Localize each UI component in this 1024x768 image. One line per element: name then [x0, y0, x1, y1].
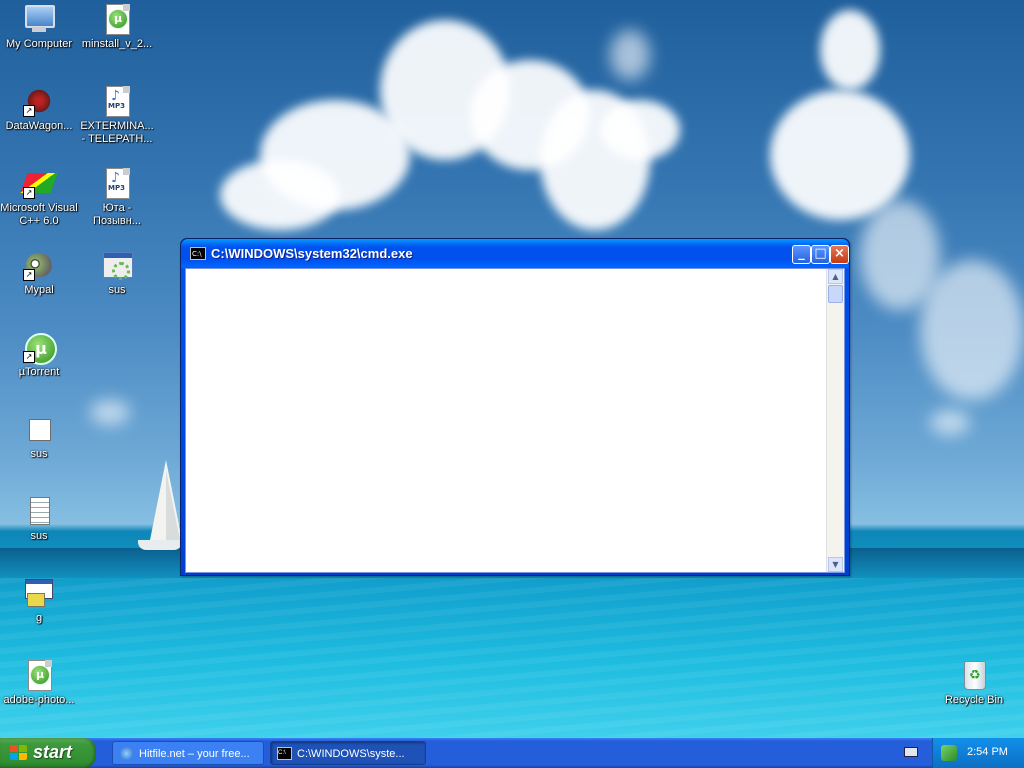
desktop-icon-g[interactable]: g	[0, 577, 78, 625]
blank-file-icon	[23, 413, 55, 445]
taskbar-button-label: Hitfile.net – your free...	[139, 748, 250, 760]
desktop-icon-my-computer[interactable]: My Computer	[0, 3, 78, 51]
desktop-icon-datawagon[interactable]: ↗ DataWagon...	[0, 85, 78, 133]
mypal-shortcut-icon: ↗	[23, 249, 55, 281]
desktop-icon-label: adobe-photo...	[3, 694, 75, 706]
desktop-icon-label: sus	[108, 284, 126, 296]
datawagon-shortcut-icon: ↗	[23, 85, 55, 117]
cmd-icon[interactable]: C:\	[190, 247, 206, 260]
desktop-icon-label: Юта - Позывн...	[93, 202, 141, 227]
desktop-icon-label: EXTERMINA... - TELEPATH...	[80, 120, 154, 145]
desktop-icon-label: µTorrent	[18, 366, 60, 378]
desktop-icon-label: minstall_v_2...	[81, 38, 153, 50]
utorrent-file-icon: µ	[101, 3, 133, 35]
desktop-icon-adobe-photo[interactable]: µ adobe-photo...	[0, 659, 78, 707]
desktop-icon-sus-file[interactable]: sus	[0, 413, 78, 461]
cmd-window[interactable]: C:\ C:\WINDOWS\system32\cmd.exe _ □ × ▲ …	[180, 238, 850, 576]
network-icon[interactable]	[941, 745, 957, 761]
setup-file-icon	[23, 577, 55, 609]
window-titlebar[interactable]: C:\ C:\WINDOWS\system32\cmd.exe _ □ ×	[181, 239, 849, 269]
close-button[interactable]: ×	[830, 245, 849, 264]
mp3-file-icon: ♪ MP3	[101, 167, 133, 199]
my-computer-icon	[23, 3, 55, 35]
desktop-icon-minstall[interactable]: µ minstall_v_2...	[78, 3, 156, 51]
desktop-icon-sus-text[interactable]: sus	[0, 495, 78, 543]
application-icon	[101, 249, 133, 281]
desktop-icon-visual-cpp[interactable]: ↗ Microsoft Visual C++ 6.0	[0, 167, 78, 228]
cmd-icon: C:\	[277, 747, 292, 760]
keyboard-layout-icon[interactable]	[904, 747, 918, 757]
desktop-icon-label: Mypal	[24, 284, 54, 296]
desktop-icon-label: g	[35, 612, 43, 624]
desktop-icon-label: DataWagon...	[5, 120, 73, 132]
desktop-icon-label: My Computer	[5, 38, 73, 50]
desktop-icon-label: Microsoft Visual C++ 6.0	[0, 202, 78, 227]
desktop-icon-recycle-bin[interactable]: ♻ Recycle Bin	[935, 659, 1013, 707]
desktop-icon-mypal[interactable]: ↗ Mypal	[0, 249, 78, 297]
mp3-file-icon: ♪ MP3	[101, 85, 133, 117]
desktop-icon-label: Recycle Bin	[944, 694, 1004, 706]
console-area[interactable]: ▲ ▼	[185, 268, 845, 573]
taskbar-button-hitfile[interactable]: Hitfile.net – your free...	[112, 741, 264, 765]
scroll-down-button[interactable]: ▼	[828, 557, 843, 572]
utorrent-shortcut-icon: µ ↗	[23, 331, 57, 365]
start-button[interactable]: start	[0, 738, 96, 768]
taskbar: start Hitfile.net – your free... C:\ C:\…	[0, 738, 1024, 768]
clock[interactable]: 2:54 PM	[967, 746, 1008, 758]
internet-explorer-icon	[119, 747, 134, 760]
maximize-button[interactable]: □	[811, 245, 830, 264]
system-tray: 2:54 PM	[932, 738, 1024, 768]
vertical-scrollbar[interactable]: ▲ ▼	[826, 269, 844, 572]
taskbar-button-label: C:\WINDOWS\syste...	[297, 748, 405, 760]
start-label: start	[33, 742, 73, 762]
taskbar-button-cmd[interactable]: C:\ C:\WINDOWS\syste...	[270, 741, 426, 765]
desktop-icon-label: sus	[30, 448, 48, 460]
minimize-button[interactable]: _	[792, 245, 811, 264]
window-title: C:\WINDOWS\system32\cmd.exe	[211, 246, 413, 261]
desktop-icon-yuta[interactable]: ♪ MP3 Юта - Позывн...	[78, 167, 156, 228]
scroll-up-button[interactable]: ▲	[828, 269, 843, 284]
desktop-icon-label: sus	[30, 530, 48, 542]
desktop-icon-exterminatus[interactable]: ♪ MP3 EXTERMINA... - TELEPATH...	[78, 85, 156, 146]
visual-cpp-shortcut-icon: ↗	[20, 167, 58, 199]
desktop-icon-sus-app[interactable]: sus	[78, 249, 156, 297]
desktop-icon-utorrent[interactable]: µ ↗ µTorrent	[0, 331, 78, 379]
recycle-bin-icon: ♻	[958, 659, 990, 691]
utorrent-file-icon: µ	[23, 659, 55, 691]
text-file-icon	[23, 495, 55, 527]
windows-flag-icon	[10, 745, 28, 761]
scroll-thumb[interactable]	[828, 285, 843, 303]
